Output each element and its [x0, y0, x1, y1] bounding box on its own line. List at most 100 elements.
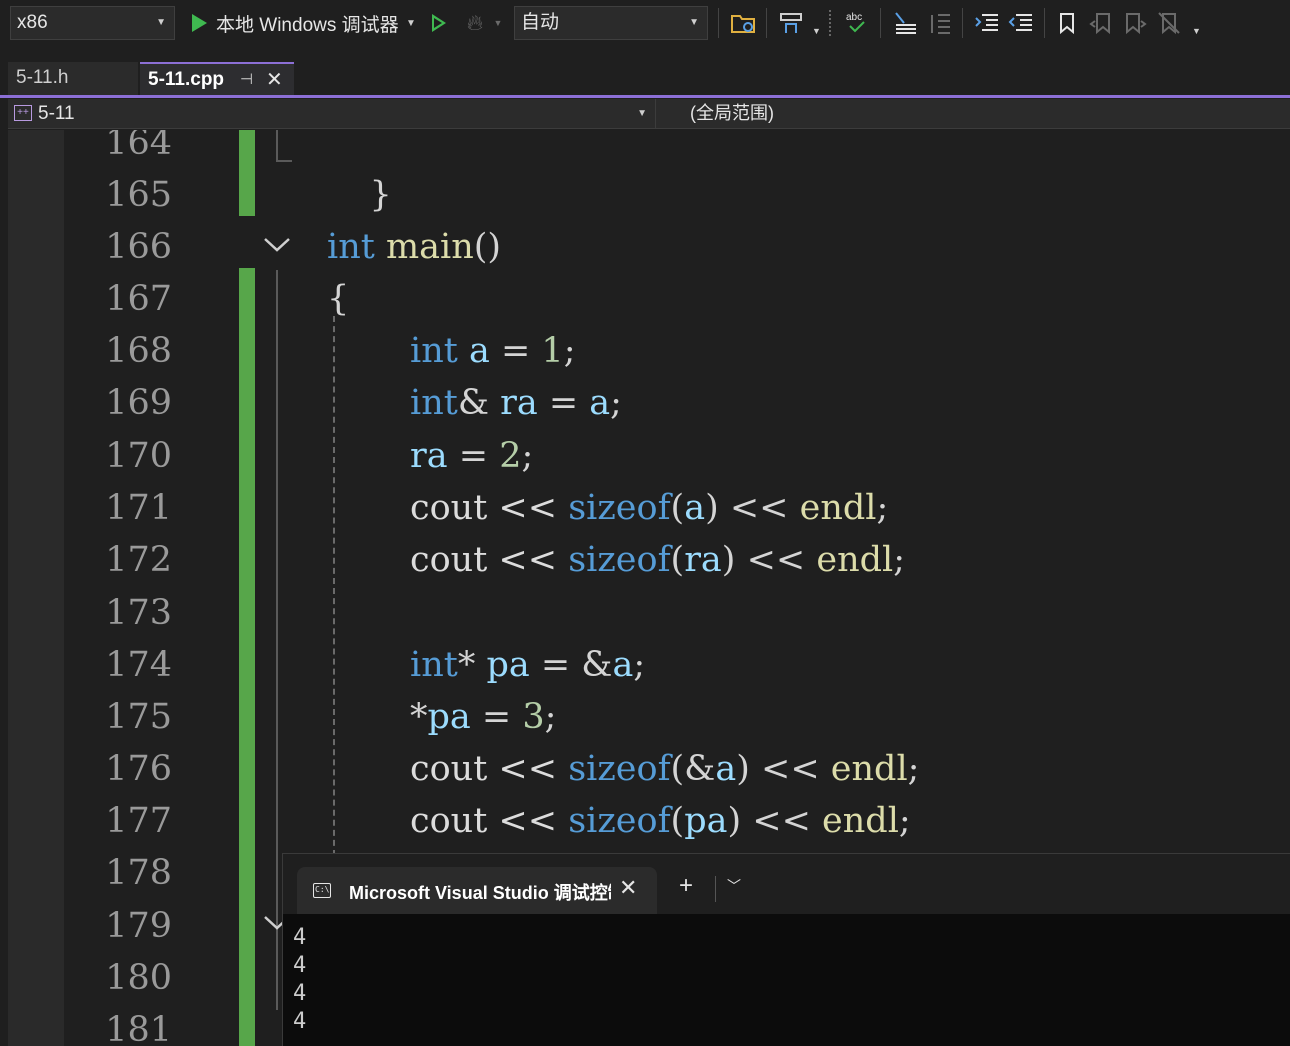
debugger-target-button[interactable]: 本地 Windows 调试器: [216, 8, 406, 38]
bookmark-button[interactable]: [1054, 8, 1080, 38]
tab-5-11-cpp[interactable]: 5-11.cpp ⊣ ✕: [140, 62, 294, 96]
code-token: =: [489, 331, 542, 371]
code-token: a: [468, 331, 490, 371]
code-token: int: [327, 227, 375, 267]
editor-margin: [8, 130, 64, 1046]
code-line-176[interactable]: cout << sizeof(&a) << endl;: [410, 743, 919, 795]
indent-guide: [333, 316, 335, 856]
line-number: 164: [105, 130, 172, 163]
console-output-line: 4: [293, 925, 307, 950]
code-token: }: [369, 175, 392, 215]
navigation-bar: ++ 5-11 ▼ (全局范围): [8, 99, 1290, 129]
new-tab-button[interactable]: +: [679, 874, 693, 898]
code-line-177[interactable]: cout << sizeof(pa) << endl;: [410, 795, 911, 847]
chevron-down-icon: ▼: [689, 17, 699, 28]
toolbar: x86 ▼ 本地 Windows 调试器 ▼ 🔥︎ ▼ 自动 ▼ ▼ abc ▼: [0, 0, 1290, 48]
chevron-down-icon[interactable]: ﹀: [727, 876, 741, 896]
next-bookmark-icon: [1126, 13, 1147, 35]
scope-dropdown[interactable]: (全局范围): [690, 99, 774, 128]
debugger-label: 本地 Windows 调试器: [216, 14, 399, 36]
outdent-icon: [1008, 14, 1032, 31]
close-icon[interactable]: ✕: [266, 64, 283, 96]
open-folder-button[interactable]: [728, 8, 758, 38]
line-number: 167: [105, 279, 172, 319]
line-number: 165: [105, 175, 172, 215]
start-without-debug-button[interactable]: [428, 8, 450, 38]
chevron-down-icon: ▼: [406, 17, 416, 29]
code-token: pa: [427, 697, 471, 737]
code-token: = &: [529, 645, 613, 685]
line-number: 172: [105, 540, 172, 580]
code-token: ra: [500, 383, 538, 423]
prev-bookmark-button[interactable]: [1088, 8, 1114, 38]
start-debug-button[interactable]: [188, 8, 210, 38]
indent-button[interactable]: [972, 8, 1002, 38]
scope-label: (全局范围): [690, 103, 774, 123]
platform-dropdown[interactable]: x86 ▼: [10, 6, 175, 40]
code-line-170[interactable]: ra = 2;: [410, 430, 533, 482]
code-token: ;: [876, 488, 889, 528]
line-number: 176: [105, 749, 172, 789]
code-token: endl: [799, 488, 877, 528]
console-output-line: 4: [293, 981, 307, 1006]
code-line-167[interactable]: {: [327, 273, 349, 325]
chevron-down-icon[interactable]: ▼: [812, 26, 821, 36]
debugger-dropdown-arrow[interactable]: ▼: [404, 8, 418, 38]
indent-icon: [975, 14, 998, 31]
clear-bookmark-button[interactable]: [1156, 8, 1182, 38]
code-token: int: [410, 645, 458, 685]
code-token: (: [670, 488, 685, 528]
code-line-171[interactable]: cout << sizeof(a) << endl;: [410, 482, 888, 534]
next-bookmark-button[interactable]: [1122, 8, 1148, 38]
console-tab[interactable]: C:\ Microsoft Visual Studio 调试控制台 ✕: [297, 867, 657, 914]
code-token: (): [473, 227, 502, 267]
code-line-175[interactable]: *pa = 3;: [410, 691, 556, 743]
console-titlebar: C:\ Microsoft Visual Studio 调试控制台 ✕ + ﹀: [283, 854, 1290, 914]
toolbar-grip: [828, 8, 834, 38]
hot-reload-button[interactable]: 🔥︎: [462, 8, 488, 38]
config-value: 自动: [521, 12, 560, 33]
outdent-button[interactable]: [1006, 8, 1036, 38]
debug-console-window[interactable]: C:\ Microsoft Visual Studio 调试控制台 ✕ + ﹀ …: [282, 853, 1290, 1046]
code-token: ;: [544, 697, 557, 737]
code-line-174[interactable]: int* pa = &a;: [410, 639, 645, 691]
tab-5-11-h[interactable]: 5-11.h: [8, 62, 138, 96]
spell-check-button[interactable]: abc: [842, 8, 872, 38]
tab-underline: [0, 95, 1290, 98]
chevron-down-icon[interactable]: ▼: [1192, 26, 1201, 36]
toolbox-icon: [780, 13, 802, 33]
code-line-168[interactable]: int a = 1;: [410, 325, 575, 377]
config-dropdown[interactable]: 自动 ▼: [514, 6, 708, 40]
chevron-down-icon[interactable]: [262, 234, 292, 254]
code-token: cout <<: [410, 801, 569, 841]
code-line-169[interactable]: int& ra = a;: [410, 377, 622, 429]
project-dropdown[interactable]: ++ 5-11 ▼: [8, 99, 656, 128]
svg-text:abc: abc: [846, 12, 862, 23]
code-token: ;: [898, 801, 911, 841]
code-line-164[interactable]: }: [325, 130, 392, 215]
spell-check-icon: abc: [846, 12, 865, 33]
line-number: 173: [105, 593, 172, 633]
toolbox-button[interactable]: [776, 8, 806, 38]
code-line-172[interactable]: cout << sizeof(ra) << endl;: [410, 534, 905, 586]
code-line-166[interactable]: int main(): [327, 221, 501, 273]
comment-button[interactable]: [926, 8, 956, 38]
pin-icon[interactable]: ⊣: [240, 64, 253, 96]
close-icon[interactable]: ✕: [619, 875, 637, 901]
code-token: pa: [486, 645, 530, 685]
code-token: (&: [670, 749, 716, 789]
change-indicator: [239, 268, 255, 1046]
bookmark-icon: [1060, 13, 1074, 35]
project-name: 5-11: [38, 103, 75, 124]
code-token: sizeof: [568, 749, 671, 789]
toolbar-separator: [766, 8, 767, 38]
toolbar-separator: [1044, 8, 1045, 38]
line-number: 177: [105, 801, 172, 841]
outline-guide: [276, 130, 278, 160]
line-number: 166: [105, 227, 172, 267]
clear-bookmark-icon: [1158, 12, 1180, 35]
format-button[interactable]: [890, 8, 920, 38]
code-token: endl: [822, 801, 899, 841]
code-token: ;: [907, 749, 920, 789]
hot-reload-dropdown[interactable]: ▼: [492, 8, 504, 38]
